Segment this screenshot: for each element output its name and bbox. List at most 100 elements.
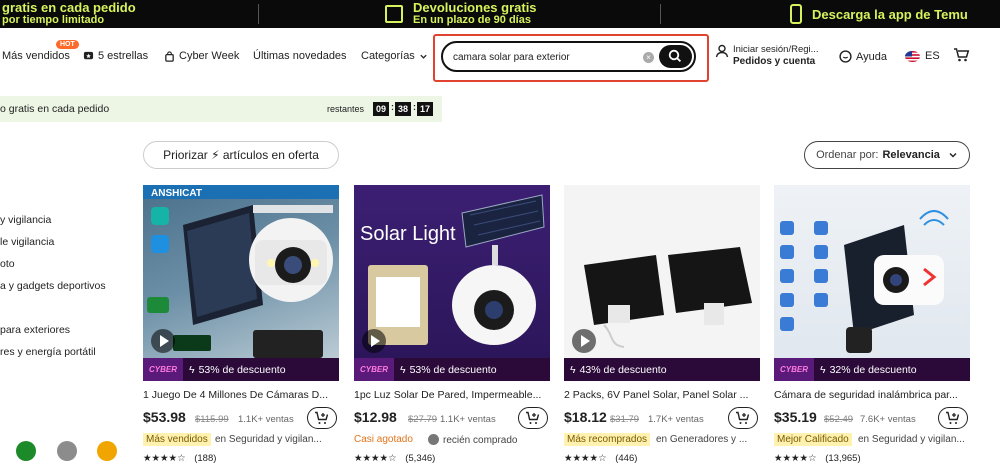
product-old-price: $27.79 xyxy=(408,414,438,425)
badge-context: recién comprado xyxy=(428,434,517,446)
review-count: (188) xyxy=(194,453,217,464)
help-link[interactable]: Ayuda xyxy=(839,50,887,63)
product-image[interactable]: CYBER ϟ 32% de descuento xyxy=(774,185,970,381)
sidebar-item[interactable]: le vigilancia xyxy=(0,236,54,248)
timer-colon: : xyxy=(391,102,394,112)
timer-seconds: 17 xyxy=(417,102,433,116)
cyber-week-tag: CYBER xyxy=(354,358,394,381)
brand-text: ANSHICAT xyxy=(151,188,202,199)
add-cart-icon xyxy=(526,411,540,424)
lightning-icon: ϟ xyxy=(820,363,826,376)
promo-bar: gratis en cada pedido por tiempo limitad… xyxy=(0,0,1000,28)
hot-badge: HOT xyxy=(56,40,79,49)
promo-mid-line2: En un plazo de 90 días xyxy=(413,14,531,26)
image-solar-light-text: Solar Light xyxy=(360,223,456,245)
clear-search-button[interactable]: × xyxy=(643,52,654,63)
product-image[interactable]: ANSHICAT CYBER ϟ 53% de descuento xyxy=(143,185,339,381)
best-seller-badge: Más vendidos xyxy=(143,433,211,446)
play-video-button[interactable] xyxy=(362,329,386,353)
us-flag-icon xyxy=(905,50,920,62)
cyber-week-tag: CYBER xyxy=(774,358,814,381)
rating-stars: ★★★★☆ xyxy=(354,453,397,464)
timer-hours: 09 xyxy=(373,102,389,116)
product-title[interactable]: 2 Packs, 6V Panel Solar, Panel Solar ... xyxy=(564,389,760,401)
discount-banner: CYBER ϟ 53% de descuento xyxy=(143,358,339,381)
nav-categories-label: Categorías xyxy=(361,50,415,62)
discount-banner: CYBER ϟ 32% de descuento xyxy=(774,358,970,381)
language-selector[interactable]: ES xyxy=(905,50,940,62)
account-menu[interactable] xyxy=(715,44,729,58)
shopping-cart-icon xyxy=(954,48,970,62)
star-chat-icon xyxy=(83,51,94,59)
solar-light-illustration: Solar Light xyxy=(360,194,545,345)
search-button[interactable] xyxy=(659,45,692,68)
promo-divider xyxy=(258,4,259,24)
discount-text: 32% de descuento xyxy=(829,363,917,376)
add-to-cart-button[interactable] xyxy=(307,407,337,429)
promo-download-app[interactable]: Descarga la app de Temu xyxy=(790,0,968,28)
badge-context: en Seguridad y vigilan... xyxy=(858,434,965,445)
product-price: $18.12 xyxy=(564,409,607,425)
product-image[interactable]: ϟ 43% de descuento xyxy=(564,185,760,381)
product-price: $53.98 xyxy=(143,409,186,425)
promo-free-returns[interactable]: Devoluciones gratis En un plazo de 90 dí… xyxy=(385,0,537,28)
product-old-price: $52.49 xyxy=(824,414,854,425)
promo-free-shipping[interactable]: gratis en cada pedido por tiempo limitad… xyxy=(2,0,136,28)
product-sales: 1.1K+ ventas xyxy=(238,414,294,425)
promo-right-text: Descarga la app de Temu xyxy=(812,6,968,22)
badge-context: en Seguridad y vigilan... xyxy=(215,434,322,445)
sidebar-item[interactable]: y vigilancia xyxy=(0,214,51,226)
free-shipping-timer: o gratis en cada pedido restantes 09 : 3… xyxy=(0,96,442,122)
product-image[interactable]: Solar Light CYBER ϟ 53% de descuento xyxy=(354,185,550,381)
sidebar-item[interactable]: res y energía portátil xyxy=(0,346,96,358)
close-icon: × xyxy=(646,53,651,62)
nav-cyber-week-label: Cyber Week xyxy=(179,50,240,62)
nav-five-stars[interactable]: 5 estrellas xyxy=(83,50,148,62)
sort-value: Relevancia xyxy=(882,149,940,161)
sidebar-item[interactable]: a y gadgets deportivos xyxy=(0,280,106,292)
product-sales: 1.7K+ ventas xyxy=(648,414,704,425)
add-to-cart-button[interactable] xyxy=(728,407,758,429)
color-swatch-yellow[interactable] xyxy=(97,441,117,461)
lightning-icon: ϟ xyxy=(400,363,406,376)
nav-five-stars-label: 5 estrellas xyxy=(98,50,149,62)
product-rating: ★★★★☆ (188) xyxy=(143,453,216,464)
cyber-week-tag: CYBER xyxy=(143,358,183,381)
product-sales: 7.6K+ ventas xyxy=(860,414,916,425)
badge-context: en Generadores y ... xyxy=(656,434,748,445)
sidebar-item[interactable]: para exteriores xyxy=(0,324,70,336)
search-input[interactable] xyxy=(453,49,633,65)
sort-dropdown[interactable]: Ordenar por: Relevancia xyxy=(804,141,970,169)
review-count: (446) xyxy=(615,453,638,464)
play-video-button[interactable] xyxy=(572,329,596,353)
product-old-price: $31.79 xyxy=(610,414,640,425)
product-old-price: $115.99 xyxy=(195,414,229,425)
discount-text: 53% de descuento xyxy=(198,363,286,376)
search-icon xyxy=(668,49,682,63)
play-video-button[interactable] xyxy=(151,329,175,353)
user-icon xyxy=(715,44,729,58)
add-to-cart-button[interactable] xyxy=(518,407,548,429)
product-title[interactable]: Cámara de seguridad inalámbrica par... xyxy=(774,389,970,401)
add-to-cart-button[interactable] xyxy=(938,407,968,429)
returns-truck-icon xyxy=(385,5,403,23)
product-rating: ★★★★☆ (5,346) xyxy=(354,453,435,464)
nav-new-arrivals[interactable]: Últimas novedades xyxy=(253,50,347,62)
review-count: (13,965) xyxy=(825,453,861,464)
color-swatch-gray[interactable] xyxy=(57,441,77,461)
prioritize-label: Priorizar ⚡ artículos en oferta xyxy=(163,148,319,162)
nav-best-sellers[interactable]: Más vendidos xyxy=(2,50,70,62)
sidebar-item[interactable]: oto xyxy=(0,258,15,270)
rating-stars: ★★★★☆ xyxy=(143,453,186,464)
nav-cyber-week[interactable]: Cyber Week xyxy=(164,50,239,62)
account-orders-label: Pedidos y cuenta xyxy=(733,56,816,67)
language-label: ES xyxy=(925,50,940,62)
nav-best-sellers-label: Más vendidos xyxy=(2,50,70,62)
product-title[interactable]: 1 Juego De 4 Millones De Cámaras D... xyxy=(143,389,339,401)
product-title[interactable]: 1pc Luz Solar De Pared, Impermeable... xyxy=(354,389,550,401)
account-text[interactable]: Iniciar sesión/Regi... Pedidos y cuenta xyxy=(733,44,819,68)
cart-button[interactable] xyxy=(953,47,970,63)
nav-categories[interactable]: Categorías xyxy=(361,50,428,62)
prioritize-deals-toggle[interactable]: Priorizar ⚡ artículos en oferta xyxy=(143,141,339,169)
color-swatch-green[interactable] xyxy=(16,441,36,461)
